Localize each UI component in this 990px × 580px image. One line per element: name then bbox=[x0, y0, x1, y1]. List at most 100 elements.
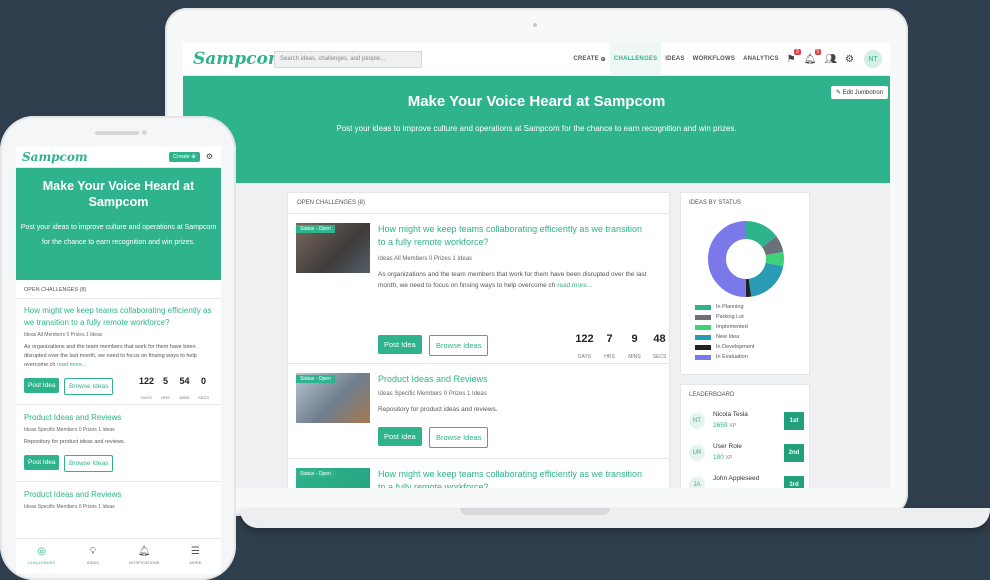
nav-create[interactable]: CREATE ⊕ bbox=[569, 43, 610, 76]
create-button[interactable]: Create ⊕ bbox=[169, 151, 200, 162]
challenge-thumbnail[interactable]: Status - Open bbox=[296, 223, 370, 273]
tab-ideas[interactable]: 💡︎ IDEAS bbox=[67, 539, 118, 574]
status-donut-chart bbox=[708, 221, 784, 297]
top-navbar: Sampcom Search ideas, challenges, and pe… bbox=[183, 43, 890, 76]
mins-label: MINS bbox=[628, 354, 641, 360]
ideas-by-status-panel: IDEAS BY STATUS In Planning Parking Lot … bbox=[680, 192, 810, 375]
leaderboard-xp: 2659 XP bbox=[713, 422, 736, 429]
leaderboard-panel: LEADERBOARD NT Nicola Tesla 2659 XP 1st … bbox=[680, 384, 810, 488]
countdown-days: 122 bbox=[138, 376, 155, 386]
phone-frame: Sampcom Create ⊕ ⚙ Make Your Voice Heard… bbox=[0, 116, 236, 580]
mobile-jumbotron: Make Your Voice Heard at Sampcom Post yo… bbox=[16, 168, 221, 280]
rank-badge: 2nd bbox=[784, 444, 804, 462]
legend-label: New Idea bbox=[716, 334, 740, 340]
edit-jumbotron-button[interactable]: ✎ Edit Jumbotron bbox=[830, 86, 888, 99]
browse-ideas-button[interactable]: Browse Ideas bbox=[429, 335, 489, 356]
challenge-title[interactable]: How might we keep teams collaborating ef… bbox=[378, 468, 648, 488]
tab-more[interactable]: ☰ MORE bbox=[170, 539, 221, 574]
post-idea-button[interactable]: Post Idea bbox=[378, 335, 422, 354]
status-badge: Status - Open bbox=[296, 375, 335, 383]
challenge-description-text: As organizations and the team members th… bbox=[378, 271, 647, 289]
tab-challenges[interactable]: ◎ CHALLENGES bbox=[16, 539, 67, 574]
browse-ideas-button[interactable]: Browse Ideas bbox=[64, 378, 114, 395]
challenge-card: Status - Open How might we keep teams co… bbox=[288, 459, 669, 488]
desktop-screen: Sampcom Search ideas, challenges, and pe… bbox=[183, 43, 890, 488]
mobile-navbar: Sampcom Create ⊕ ⚙ bbox=[16, 146, 221, 168]
leaderboard-entry[interactable]: UR User Role 180 XP 2nd bbox=[689, 441, 804, 467]
mobile-jumbotron-title: Make Your Voice Heard at Sampcom bbox=[42, 179, 195, 209]
legend-swatch bbox=[695, 344, 711, 350]
nav-analytics[interactable]: ANALYTICS bbox=[739, 43, 783, 76]
tab-notifications[interactable]: 🔔︎ NOTIFICATIONS bbox=[119, 539, 170, 574]
gear-icon[interactable]: ⚙ bbox=[206, 152, 213, 161]
days-label: DAYS bbox=[141, 395, 152, 400]
gear-icon[interactable]: ⚙ bbox=[845, 54, 854, 65]
read-more-link[interactable]: read more... bbox=[57, 362, 87, 368]
challenge-title[interactable]: How might we keep teams collaborating ef… bbox=[16, 305, 221, 329]
rank-badge: 3rd bbox=[784, 476, 804, 488]
laptop-base bbox=[240, 508, 990, 528]
brand-logo[interactable]: Sampcom bbox=[22, 150, 88, 164]
secs-label: SECS bbox=[652, 354, 667, 360]
avatar[interactable]: NT bbox=[864, 50, 882, 68]
phone-camera bbox=[142, 130, 147, 135]
challenge-card: Status - Open How might we keep teams co… bbox=[288, 214, 669, 364]
target-icon: ◎ bbox=[37, 546, 46, 557]
menu-icon: ☰ bbox=[190, 546, 200, 557]
browse-ideas-button[interactable]: Browse Ideas bbox=[429, 427, 489, 448]
challenge-title[interactable]: How might we keep teams collaborating ef… bbox=[378, 223, 648, 249]
post-idea-button[interactable]: Post Idea bbox=[24, 455, 60, 470]
countdown-hours: 5 bbox=[162, 376, 168, 386]
secs-label: SECS bbox=[198, 395, 209, 400]
challenge-title[interactable]: Product Ideas and Reviews bbox=[16, 412, 221, 424]
tab-notifications-label: NOTIFICATIONS bbox=[128, 560, 160, 565]
legend-swatch bbox=[695, 334, 711, 340]
flag-icon[interactable]: ⚑ 3 bbox=[787, 48, 801, 65]
bell-icon[interactable]: 🔔︎ 5 bbox=[804, 48, 822, 65]
status-badge: Status - Open bbox=[296, 470, 335, 478]
leaderboard-name: John Appleseed bbox=[713, 475, 760, 482]
read-more-link[interactable]: read more... bbox=[557, 282, 592, 289]
countdown-days: 122 bbox=[575, 333, 594, 345]
legend-item: Implemented bbox=[695, 324, 755, 330]
post-idea-button[interactable]: Post Idea bbox=[378, 427, 422, 446]
challenge-title[interactable]: Product Ideas and Reviews bbox=[378, 373, 648, 386]
leaderboard-entry[interactable]: NT Nicola Tesla 2659 XP 1st bbox=[689, 409, 804, 435]
nav-create-label: CREATE bbox=[573, 56, 599, 62]
nav-ideas[interactable]: IDEAS bbox=[661, 43, 688, 76]
days-label: DAYS bbox=[577, 354, 592, 360]
brand-logo[interactable]: Sampcom bbox=[193, 49, 286, 69]
tab-challenges-label: CHALLENGES bbox=[28, 560, 56, 565]
post-idea-button[interactable]: Post Idea bbox=[24, 378, 60, 393]
nav-challenges[interactable]: CHALLENGES bbox=[609, 43, 662, 76]
avatar: JA bbox=[689, 477, 705, 488]
phone-speaker bbox=[95, 131, 139, 135]
legend-label: In Evaluation bbox=[716, 354, 748, 360]
divider bbox=[16, 481, 221, 482]
legend-label: Implemented bbox=[716, 324, 748, 330]
leaderboard-entry[interactable]: JA John Appleseed 3rd bbox=[689, 473, 804, 488]
rank-badge: 1st bbox=[784, 412, 804, 430]
nav-workflows[interactable]: WORKFLOWS bbox=[689, 43, 739, 76]
countdown-minutes: 54 bbox=[179, 376, 190, 386]
challenge-thumbnail[interactable]: Status - Open bbox=[296, 373, 370, 423]
browse-ideas-button[interactable]: Browse Ideas bbox=[64, 455, 114, 472]
status-badge: Status - Open bbox=[296, 225, 335, 233]
mobile-screen: Sampcom Create ⊕ ⚙ Make Your Voice Heard… bbox=[16, 146, 221, 574]
challenge-description-text: As organizations and the team members th… bbox=[24, 344, 197, 368]
users-icon[interactable]: 👥︎ bbox=[824, 54, 837, 65]
mins-label: MINS bbox=[179, 395, 190, 400]
laptop-frame: Sampcom Search ideas, challenges, and pe… bbox=[165, 8, 908, 516]
leaderboard-heading: LEADERBOARD bbox=[689, 392, 735, 398]
challenge-thumbnail[interactable]: Status - Open bbox=[296, 468, 370, 488]
legend-label: In Development bbox=[716, 344, 755, 350]
challenge-title[interactable]: Product Ideas and Reviews bbox=[16, 489, 221, 501]
status-legend: In Planning Parking Lot Implemented New … bbox=[695, 304, 755, 364]
flag-badge: 3 bbox=[793, 48, 801, 55]
edit-icon: ✎ bbox=[835, 90, 841, 96]
search-input[interactable]: Search ideas, challenges, and people... bbox=[274, 50, 422, 68]
legend-item: In Evaluation bbox=[695, 354, 755, 360]
ideas-by-status-heading: IDEAS BY STATUS bbox=[689, 200, 742, 206]
challenge-meta: Ideas All Members 0 Prizes 1 Ideas bbox=[24, 332, 103, 338]
jumbotron-title: Make Your Voice Heard at Sampcom bbox=[407, 93, 666, 110]
